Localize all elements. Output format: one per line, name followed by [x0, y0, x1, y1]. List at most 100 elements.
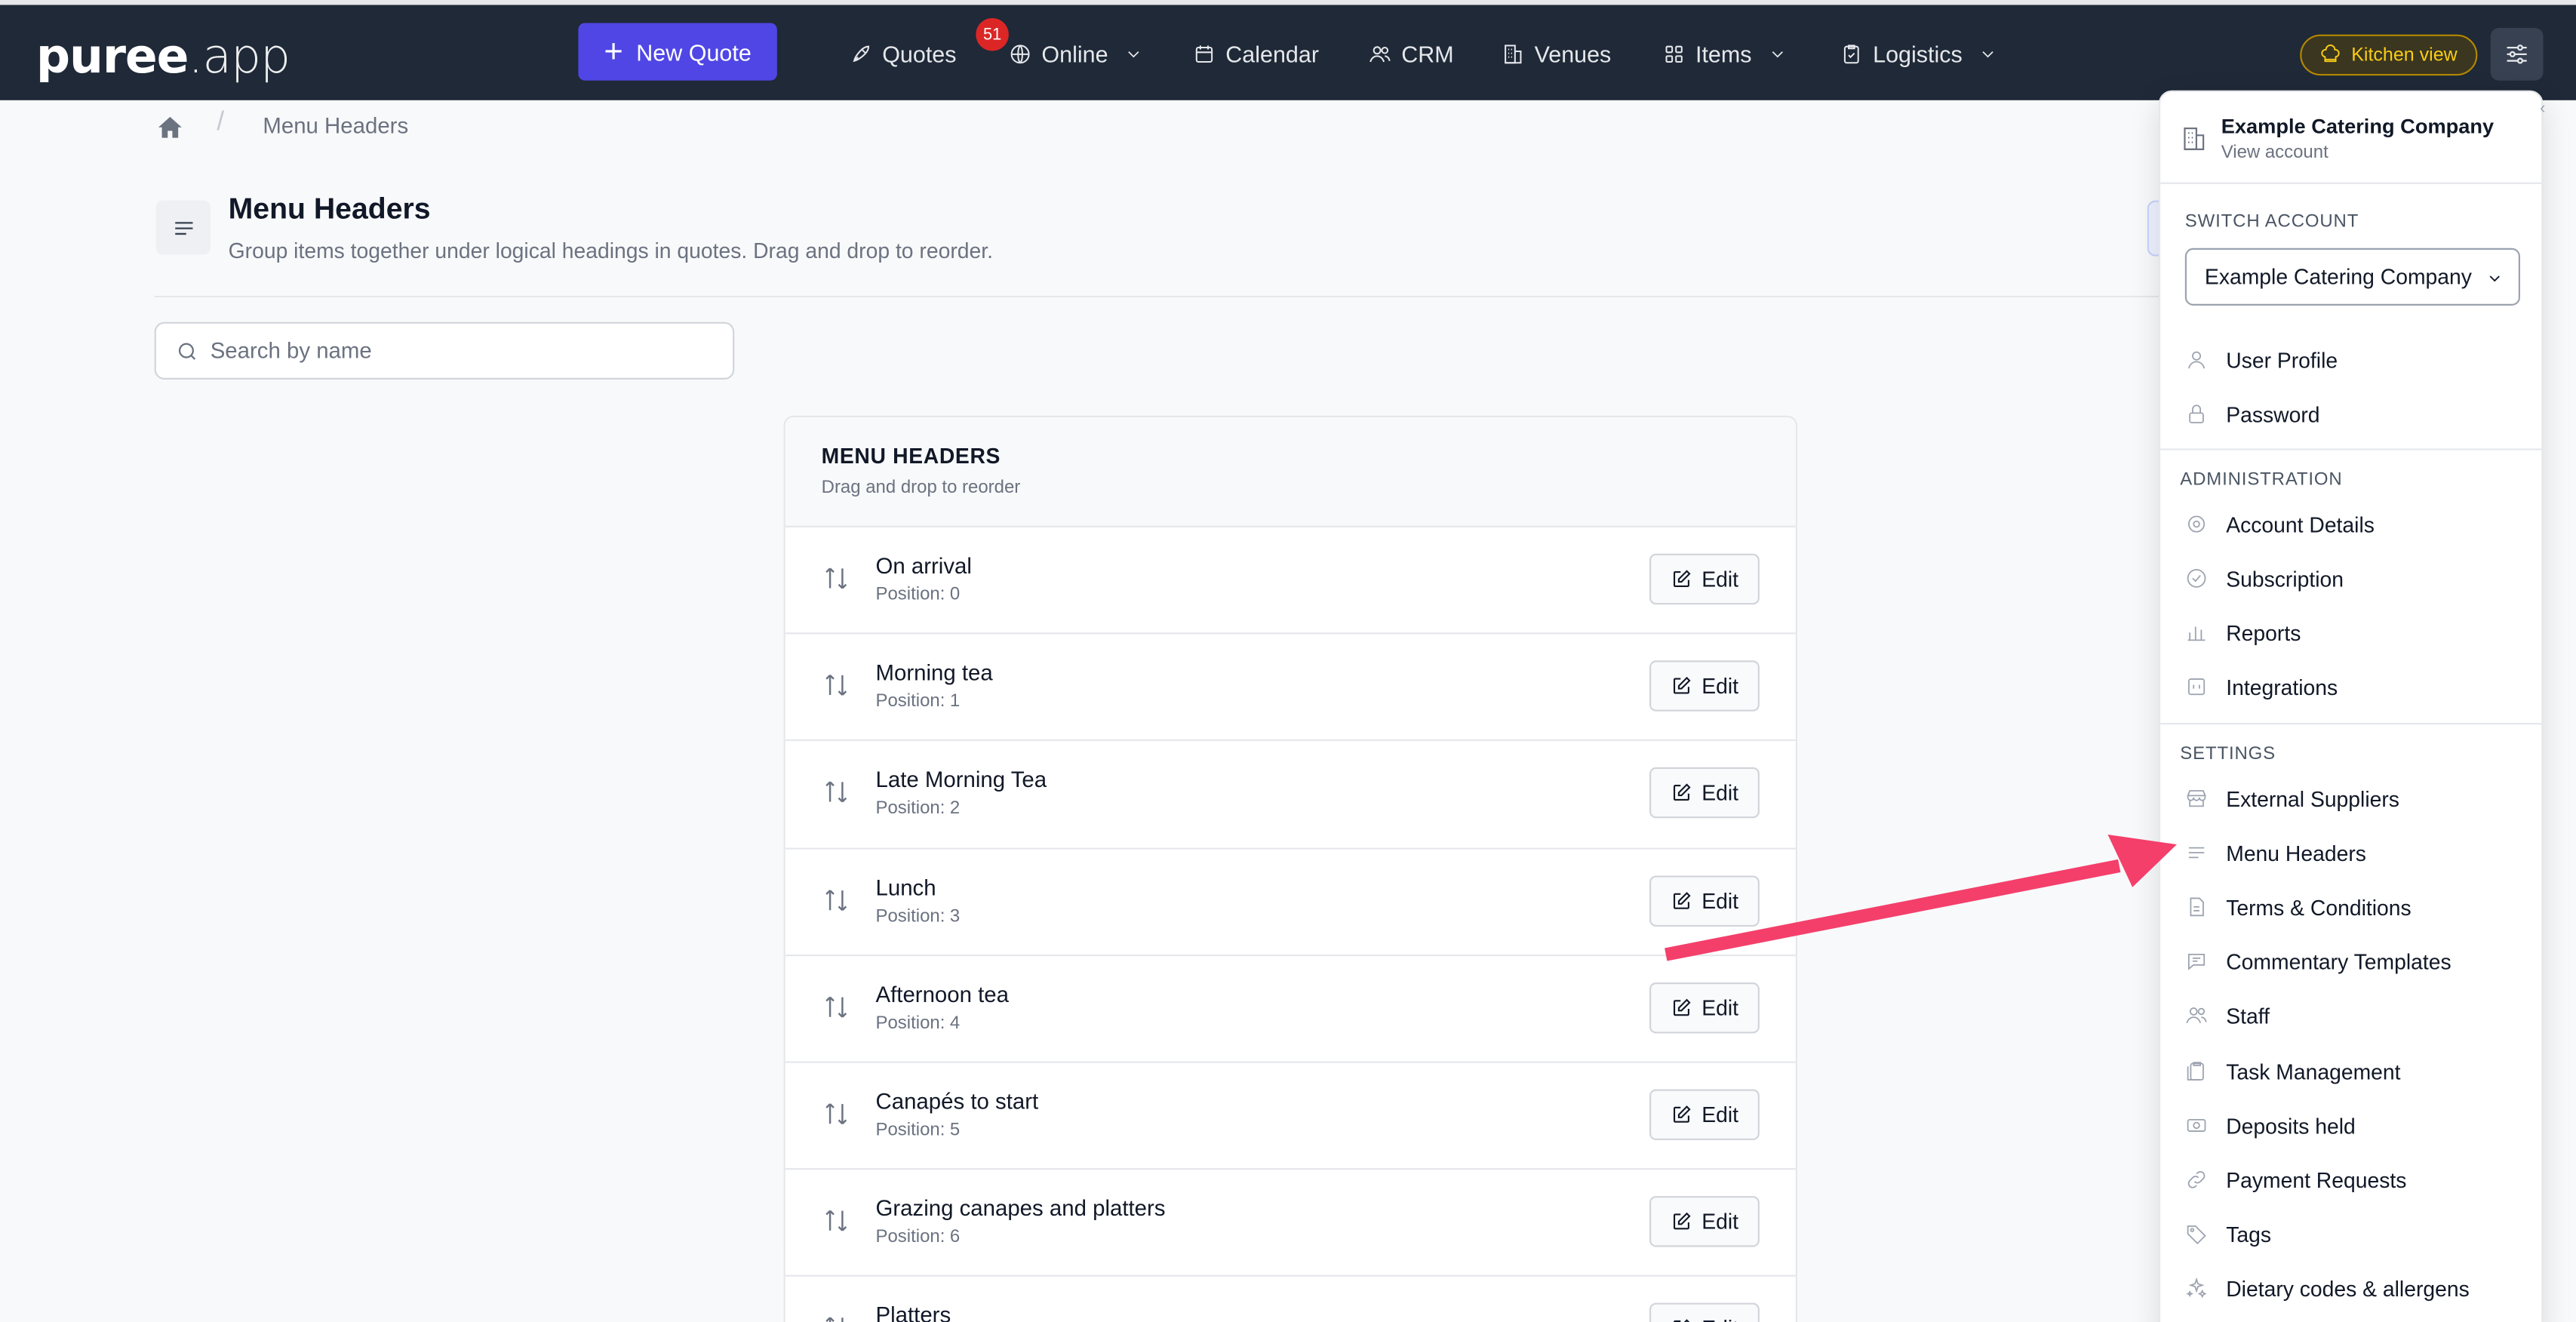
- chevron-down-icon: [1772, 51, 1784, 58]
- chevron-down-icon: [2485, 269, 2504, 288]
- edit-button[interactable]: Edit: [1649, 660, 1760, 712]
- top-navbar: puree.app + New Quote Quotes 51 Online C…: [0, 0, 2576, 100]
- nav-online[interactable]: Online: [1009, 36, 1145, 72]
- position-value: 3: [949, 905, 961, 927]
- home-icon[interactable]: [156, 113, 184, 141]
- nav-calendar[interactable]: Calendar: [1193, 36, 1319, 72]
- menu-item-label: Payment Requests: [2226, 1167, 2407, 1193]
- external-suppliers-icon: [2187, 790, 2206, 807]
- nav-quotes[interactable]: Quotes: [850, 36, 956, 72]
- menu-item-tags[interactable]: Tags: [2160, 1212, 2541, 1258]
- table-row[interactable]: Lunch Position: 3 Edit: [785, 849, 1796, 956]
- drag-handle-icon[interactable]: [822, 1313, 851, 1322]
- nav-logistics[interactable]: Logistics: [1840, 36, 1999, 72]
- edit-button[interactable]: Edit: [1649, 1303, 1760, 1322]
- account-header[interactable]: Example Catering Company View account: [2160, 92, 2542, 184]
- reports-icon: [2187, 627, 2206, 641]
- edit-icon: [1671, 890, 1692, 911]
- menu-header-name: Morning tea: [875, 660, 993, 686]
- drag-handle-icon[interactable]: [822, 885, 851, 915]
- table-row[interactable]: PlattersPosition:Edit: [785, 1277, 1796, 1322]
- menu-item-dietary-codes-and-allergens[interactable]: Dietary codes & allergens: [2160, 1266, 2541, 1312]
- menu-item-account-details[interactable]: Account Details: [2160, 503, 2541, 549]
- menu-item-user-profile[interactable]: User Profile: [2160, 339, 2541, 385]
- edit-button[interactable]: Edit: [1649, 982, 1760, 1033]
- menu-item-label: Integrations: [2226, 675, 2338, 701]
- edit-icon: [1671, 997, 1692, 1018]
- menu-item-subscription[interactable]: Subscription: [2160, 557, 2541, 603]
- menu-item-menu-headers[interactable]: Menu Headers: [2160, 832, 2541, 878]
- menu-item-integrations[interactable]: Integrations: [2160, 666, 2541, 712]
- view-account-link[interactable]: View account: [2221, 143, 2329, 162]
- edit-button[interactable]: Edit: [1649, 875, 1760, 927]
- table-row[interactable]: Canapés to start Position: 5 Edit: [785, 1063, 1796, 1170]
- position-value: 1: [949, 692, 961, 712]
- edit-button[interactable]: Edit: [1649, 553, 1760, 605]
- building-icon: [2184, 128, 2205, 150]
- position-label: Position:: [875, 905, 945, 927]
- table-row[interactable]: Late Morning Tea Position: 2 Edit: [785, 742, 1796, 849]
- payment-requests-icon: [2187, 1170, 2206, 1188]
- table-row[interactable]: Morning tea Position: 1 Edit: [785, 635, 1796, 742]
- menu-header-position: Position: 3: [876, 906, 961, 926]
- new-quote-button[interactable]: + New Quote: [578, 23, 777, 81]
- menu-item-label: Menu Headers: [2226, 841, 2366, 866]
- panel-edge-mark: ‹: [2540, 100, 2546, 118]
- position-value: 4: [949, 1013, 961, 1033]
- position-label: Position:: [875, 692, 945, 712]
- menu-item-label: Dietary codes & allergens: [2226, 1276, 2470, 1302]
- switch-account-select[interactable]: Example Catering Company: [2184, 247, 2520, 306]
- table-row[interactable]: On arrival Position: 0 Edit: [785, 527, 1796, 635]
- terms-and-conditions-icon: [2190, 897, 2204, 917]
- position-label: Position:: [875, 1013, 945, 1033]
- nav-crm-label: CRM: [1401, 41, 1454, 68]
- menu-item-commentary-templates[interactable]: Commentary Templates: [2160, 940, 2541, 986]
- puree-logo[interactable]: puree.app: [36, 28, 290, 84]
- edit-button[interactable]: Edit: [1649, 1089, 1760, 1140]
- menu-header-name: Lunch: [875, 875, 936, 900]
- user-profile-icon: [2188, 351, 2206, 369]
- drag-handle-icon[interactable]: [822, 778, 851, 807]
- menu-item-external-suppliers[interactable]: External Suppliers: [2160, 777, 2541, 823]
- menu-item-reports[interactable]: Reports: [2160, 611, 2541, 657]
- menu-header-position: Position: 1: [876, 692, 961, 712]
- menu-item-label: Terms & Conditions: [2226, 896, 2412, 921]
- menu-header-list: On arrival Position: 0 Edit Morning tea Posit…: [785, 527, 1796, 1322]
- drag-handle-icon[interactable]: [822, 564, 851, 593]
- menu-item-payment-requests[interactable]: Payment Requests: [2160, 1158, 2541, 1204]
- nav-items[interactable]: Items: [1662, 36, 1788, 72]
- chevron-down-icon: [1129, 51, 1140, 58]
- edit-button[interactable]: Edit: [1649, 767, 1760, 819]
- drag-handle-icon[interactable]: [822, 1099, 851, 1128]
- menu-item-label: Account Details: [2226, 512, 2375, 537]
- nav-venues[interactable]: Venues: [1502, 36, 1611, 72]
- table-row[interactable]: Grazing canapes and platters Position: 6 Ed…: [785, 1170, 1796, 1277]
- page-subtitle: Group items together under logical headi…: [228, 238, 993, 263]
- search-input[interactable]: [210, 323, 720, 378]
- menu-item-deposits-held[interactable]: Deposits held: [2160, 1103, 2541, 1149]
- menu-item-label: Reports: [2226, 621, 2301, 647]
- menu-header-position: Position: 6: [876, 1228, 961, 1247]
- drag-handle-icon[interactable]: [822, 992, 851, 1022]
- edit-label: Edit: [1701, 781, 1739, 806]
- nav-items-label: Items: [1695, 41, 1752, 68]
- breadcrumb-separator: /: [217, 108, 225, 137]
- kitchen-view-button[interactable]: Kitchen view: [2300, 34, 2478, 76]
- table-row[interactable]: Afternoon tea Position: 4 Edit: [785, 956, 1796, 1063]
- users-icon: [1369, 46, 1391, 63]
- menu-item-password[interactable]: Password: [2160, 393, 2541, 439]
- drag-handle-icon[interactable]: [822, 1206, 851, 1235]
- menu-header-position: Position: 5: [876, 1121, 961, 1140]
- card-title: MENU HEADERS: [821, 443, 1001, 469]
- rocket-icon: [853, 45, 870, 63]
- edit-button[interactable]: Edit: [1649, 1196, 1760, 1247]
- settings-menu-button[interactable]: [2490, 28, 2544, 81]
- task-management-icon: [2187, 1061, 2204, 1080]
- menu-item-task-management[interactable]: Task Management: [2160, 1049, 2541, 1095]
- settings-dropdown: Example Catering Company View account SW…: [2158, 90, 2544, 1322]
- menu-item-staff[interactable]: Staff: [2160, 995, 2541, 1041]
- menu-item-terms-and-conditions[interactable]: Terms & Conditions: [2160, 886, 2541, 932]
- menu-divider: [2160, 448, 2542, 450]
- nav-crm[interactable]: CRM: [1369, 36, 1454, 72]
- drag-handle-icon[interactable]: [822, 671, 851, 700]
